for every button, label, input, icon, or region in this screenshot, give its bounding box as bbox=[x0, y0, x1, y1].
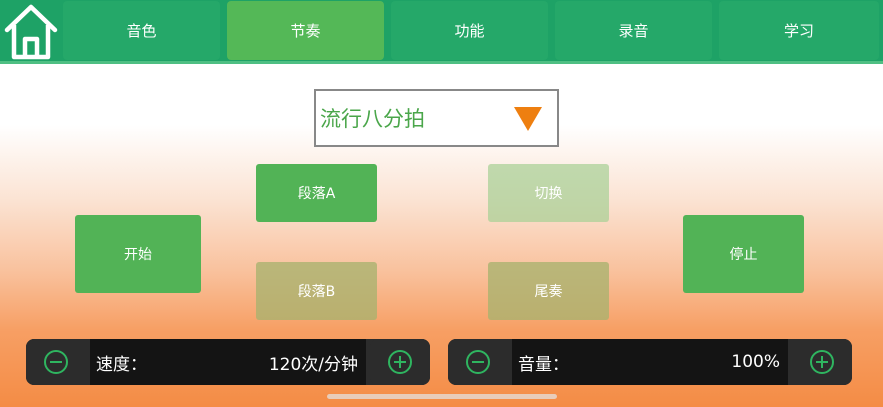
tab-label: 功能 bbox=[454, 22, 485, 40]
home-icon bbox=[4, 4, 58, 60]
volume-increase-button[interactable] bbox=[792, 339, 852, 385]
top-nav-bar: 音色 节奏 功能 录音 学习 bbox=[0, 0, 883, 64]
tempo-label: 速度： bbox=[96, 354, 147, 375]
start-button-label: 开始 bbox=[124, 247, 152, 263]
stop-label: 停止 bbox=[729, 247, 758, 263]
section-b-button[interactable]: 段落B bbox=[256, 262, 377, 320]
volume-value: 100% bbox=[731, 352, 780, 372]
rhythm-style-dropdown[interactable]: 流行八分拍 bbox=[314, 89, 559, 147]
tab-recording[interactable]: 录音 bbox=[555, 1, 712, 60]
tempo-increase-button[interactable] bbox=[370, 339, 430, 385]
switch-label: 切换 bbox=[534, 186, 563, 202]
ending-button[interactable]: 尾奏 bbox=[488, 262, 609, 320]
triangle-down-icon bbox=[514, 107, 542, 131]
plus-circle-icon bbox=[810, 350, 834, 374]
tab-label: 录音 bbox=[618, 22, 649, 40]
rhythm-style-value: 流行八分拍 bbox=[320, 107, 425, 131]
section-b-label: 段落B bbox=[297, 284, 336, 300]
tempo-display: 速度： 120次/分钟 bbox=[90, 339, 366, 385]
ending-label: 尾奏 bbox=[534, 284, 563, 300]
tab-rhythm[interactable]: 节奏 bbox=[227, 1, 384, 60]
switch-button[interactable]: 切换 bbox=[488, 164, 609, 222]
volume-label: 音量： bbox=[518, 354, 569, 375]
start-button[interactable]: 开始 bbox=[75, 215, 201, 293]
tab-label: 节奏 bbox=[290, 22, 321, 40]
stop-button[interactable]: 停止 bbox=[683, 215, 804, 293]
section-a-button[interactable]: 段落A bbox=[256, 164, 377, 222]
tempo-value: 120次/分钟 bbox=[268, 354, 358, 375]
tab-timbre[interactable]: 音色 bbox=[63, 1, 220, 60]
home-indicator-bar[interactable] bbox=[327, 394, 557, 399]
home-button[interactable] bbox=[0, 0, 62, 62]
tab-label: 学习 bbox=[783, 22, 814, 40]
plus-circle-icon bbox=[388, 350, 412, 374]
section-a-label: 段落A bbox=[297, 186, 336, 202]
volume-display: 音量： 100% bbox=[512, 339, 788, 385]
tempo-decrease-button[interactable] bbox=[26, 339, 86, 385]
minus-circle-icon bbox=[466, 350, 490, 374]
volume-decrease-button[interactable] bbox=[448, 339, 508, 385]
tab-learning[interactable]: 学习 bbox=[719, 1, 879, 60]
tab-functions[interactable]: 功能 bbox=[391, 1, 548, 60]
tab-label: 音色 bbox=[126, 22, 157, 40]
minus-circle-icon bbox=[44, 350, 68, 374]
